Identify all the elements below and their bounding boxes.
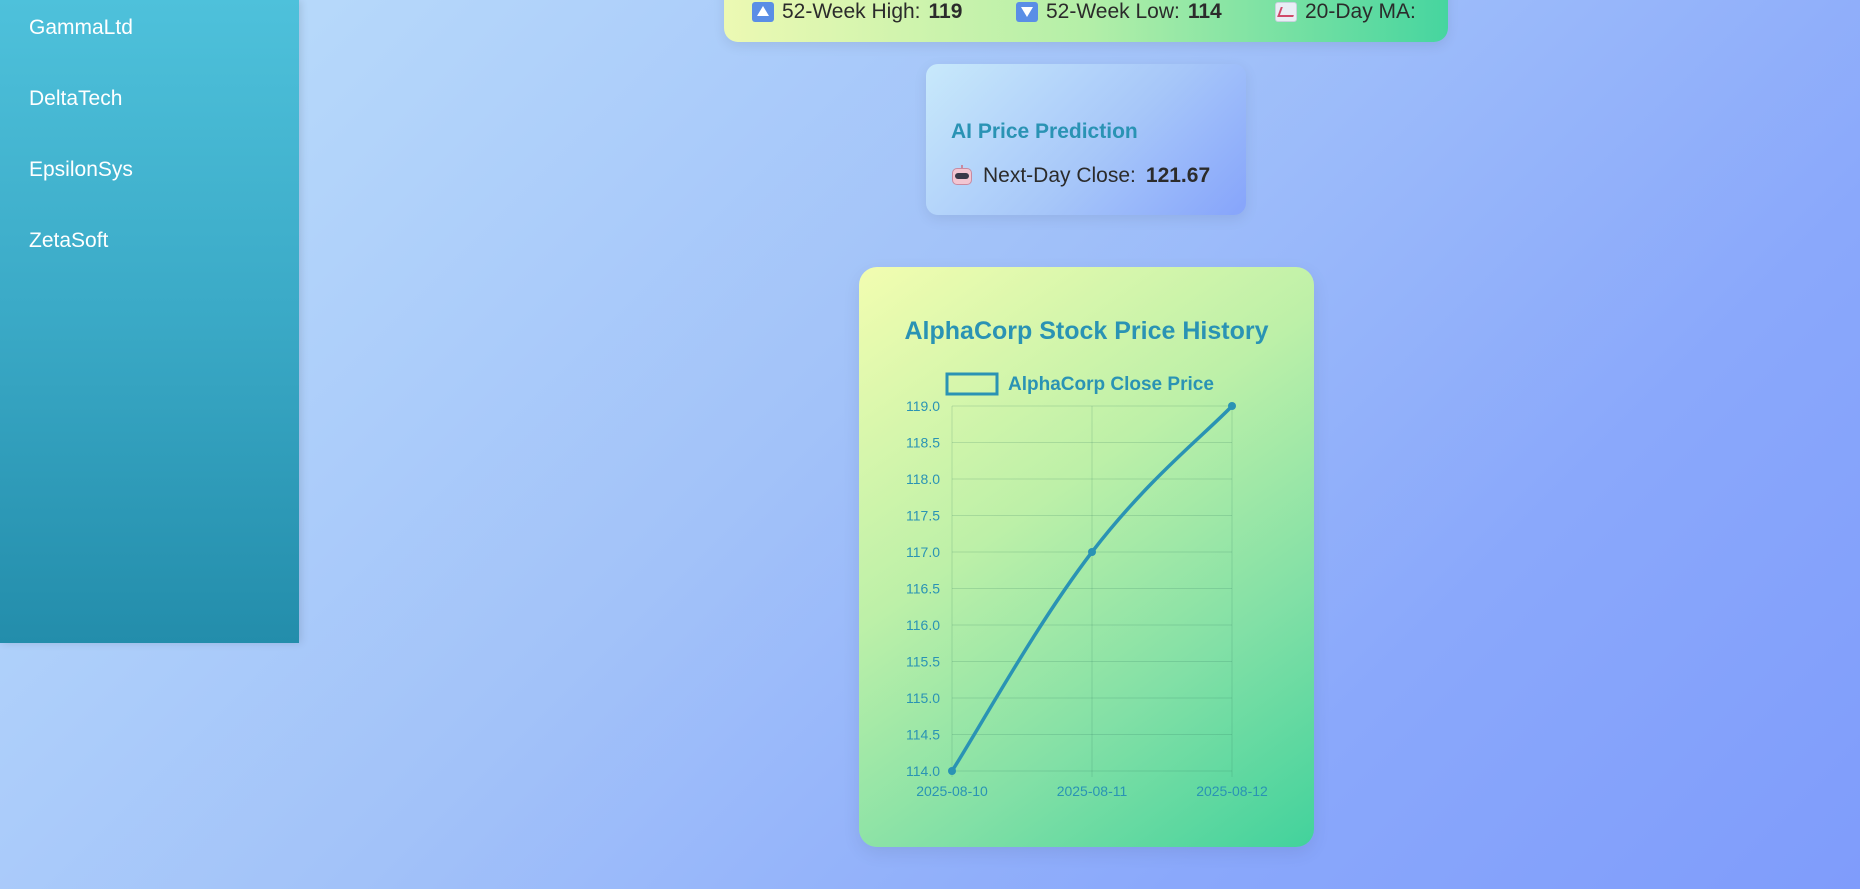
- robot-icon: [951, 165, 973, 187]
- prediction-line: Next-Day Close: 121.67: [951, 164, 1210, 188]
- y-tick-label: 118.0: [906, 471, 940, 487]
- stat-ma-label: 20-Day MA:: [1305, 0, 1416, 23]
- sidebar-item-deltatech[interactable]: DeltaTech: [29, 87, 122, 111]
- sidebar: GammaLtd DeltaTech EpsilonSys ZetaSoft: [0, 0, 299, 643]
- stat-high-value: 119: [928, 0, 963, 23]
- down-arrow-icon: [1016, 2, 1038, 22]
- trend-chart-icon: [1275, 2, 1297, 22]
- y-tick-label: 115.5: [906, 654, 940, 670]
- y-tick-label: 114.0: [906, 763, 940, 779]
- x-tick-label: 2025-08-10: [916, 783, 988, 799]
- legend-label: AlphaCorp Close Price: [1008, 374, 1214, 395]
- y-tick-label: 119.0: [906, 398, 940, 414]
- stat-low-label: 52-Week Low:: [1046, 0, 1180, 23]
- prediction-label: Next-Day Close:: [983, 164, 1136, 187]
- stat-52-week-high: 52-Week High: 119: [752, 0, 962, 24]
- sidebar-item-epsilonsys[interactable]: EpsilonSys: [29, 158, 133, 182]
- stat-high-label: 52-Week High:: [782, 0, 921, 23]
- y-tick-label: 117.0: [906, 544, 940, 560]
- price-history-chart: 114.0 114.5 115.0 115.5 116.0 116.5 117.0 117.5…: [906, 372, 1268, 799]
- y-tick-label: 116.0: [906, 617, 940, 633]
- prediction-value: 121.67: [1145, 164, 1211, 187]
- prediction-title: AI Price Prediction: [951, 120, 1138, 143]
- stats-bar: 52-Week High: 119 52-Week Low: 114 20-Da…: [724, 0, 1448, 42]
- chart-card: AlphaCorp Stock Price History 114.0 114.5…: [859, 267, 1314, 847]
- y-tick-label: 118.5: [906, 435, 940, 451]
- sidebar-item-gammaltd[interactable]: GammaLtd: [29, 16, 133, 40]
- y-tick-label: 115.0: [906, 690, 940, 706]
- data-point: [1228, 402, 1236, 410]
- x-tick-label: 2025-08-11: [1057, 783, 1128, 799]
- y-tick-label: 114.5: [906, 727, 940, 743]
- stat-low-value: 114: [1187, 0, 1222, 23]
- sidebar-item-zetasoft[interactable]: ZetaSoft: [29, 229, 108, 253]
- legend-swatch: [945, 372, 999, 396]
- data-point: [948, 767, 956, 775]
- up-arrow-icon: [752, 2, 774, 22]
- stat-52-week-low: 52-Week Low: 114: [1016, 0, 1222, 24]
- data-point: [1088, 548, 1096, 556]
- stat-20-day-ma: 20-Day MA:: [1275, 0, 1416, 24]
- y-tick-label: 116.5: [906, 581, 940, 597]
- prediction-card: AI Price Prediction Next-Day Close: 121.…: [926, 64, 1246, 215]
- y-tick-label: 117.5: [906, 508, 940, 524]
- x-tick-label: 2025-08-12: [1196, 783, 1268, 799]
